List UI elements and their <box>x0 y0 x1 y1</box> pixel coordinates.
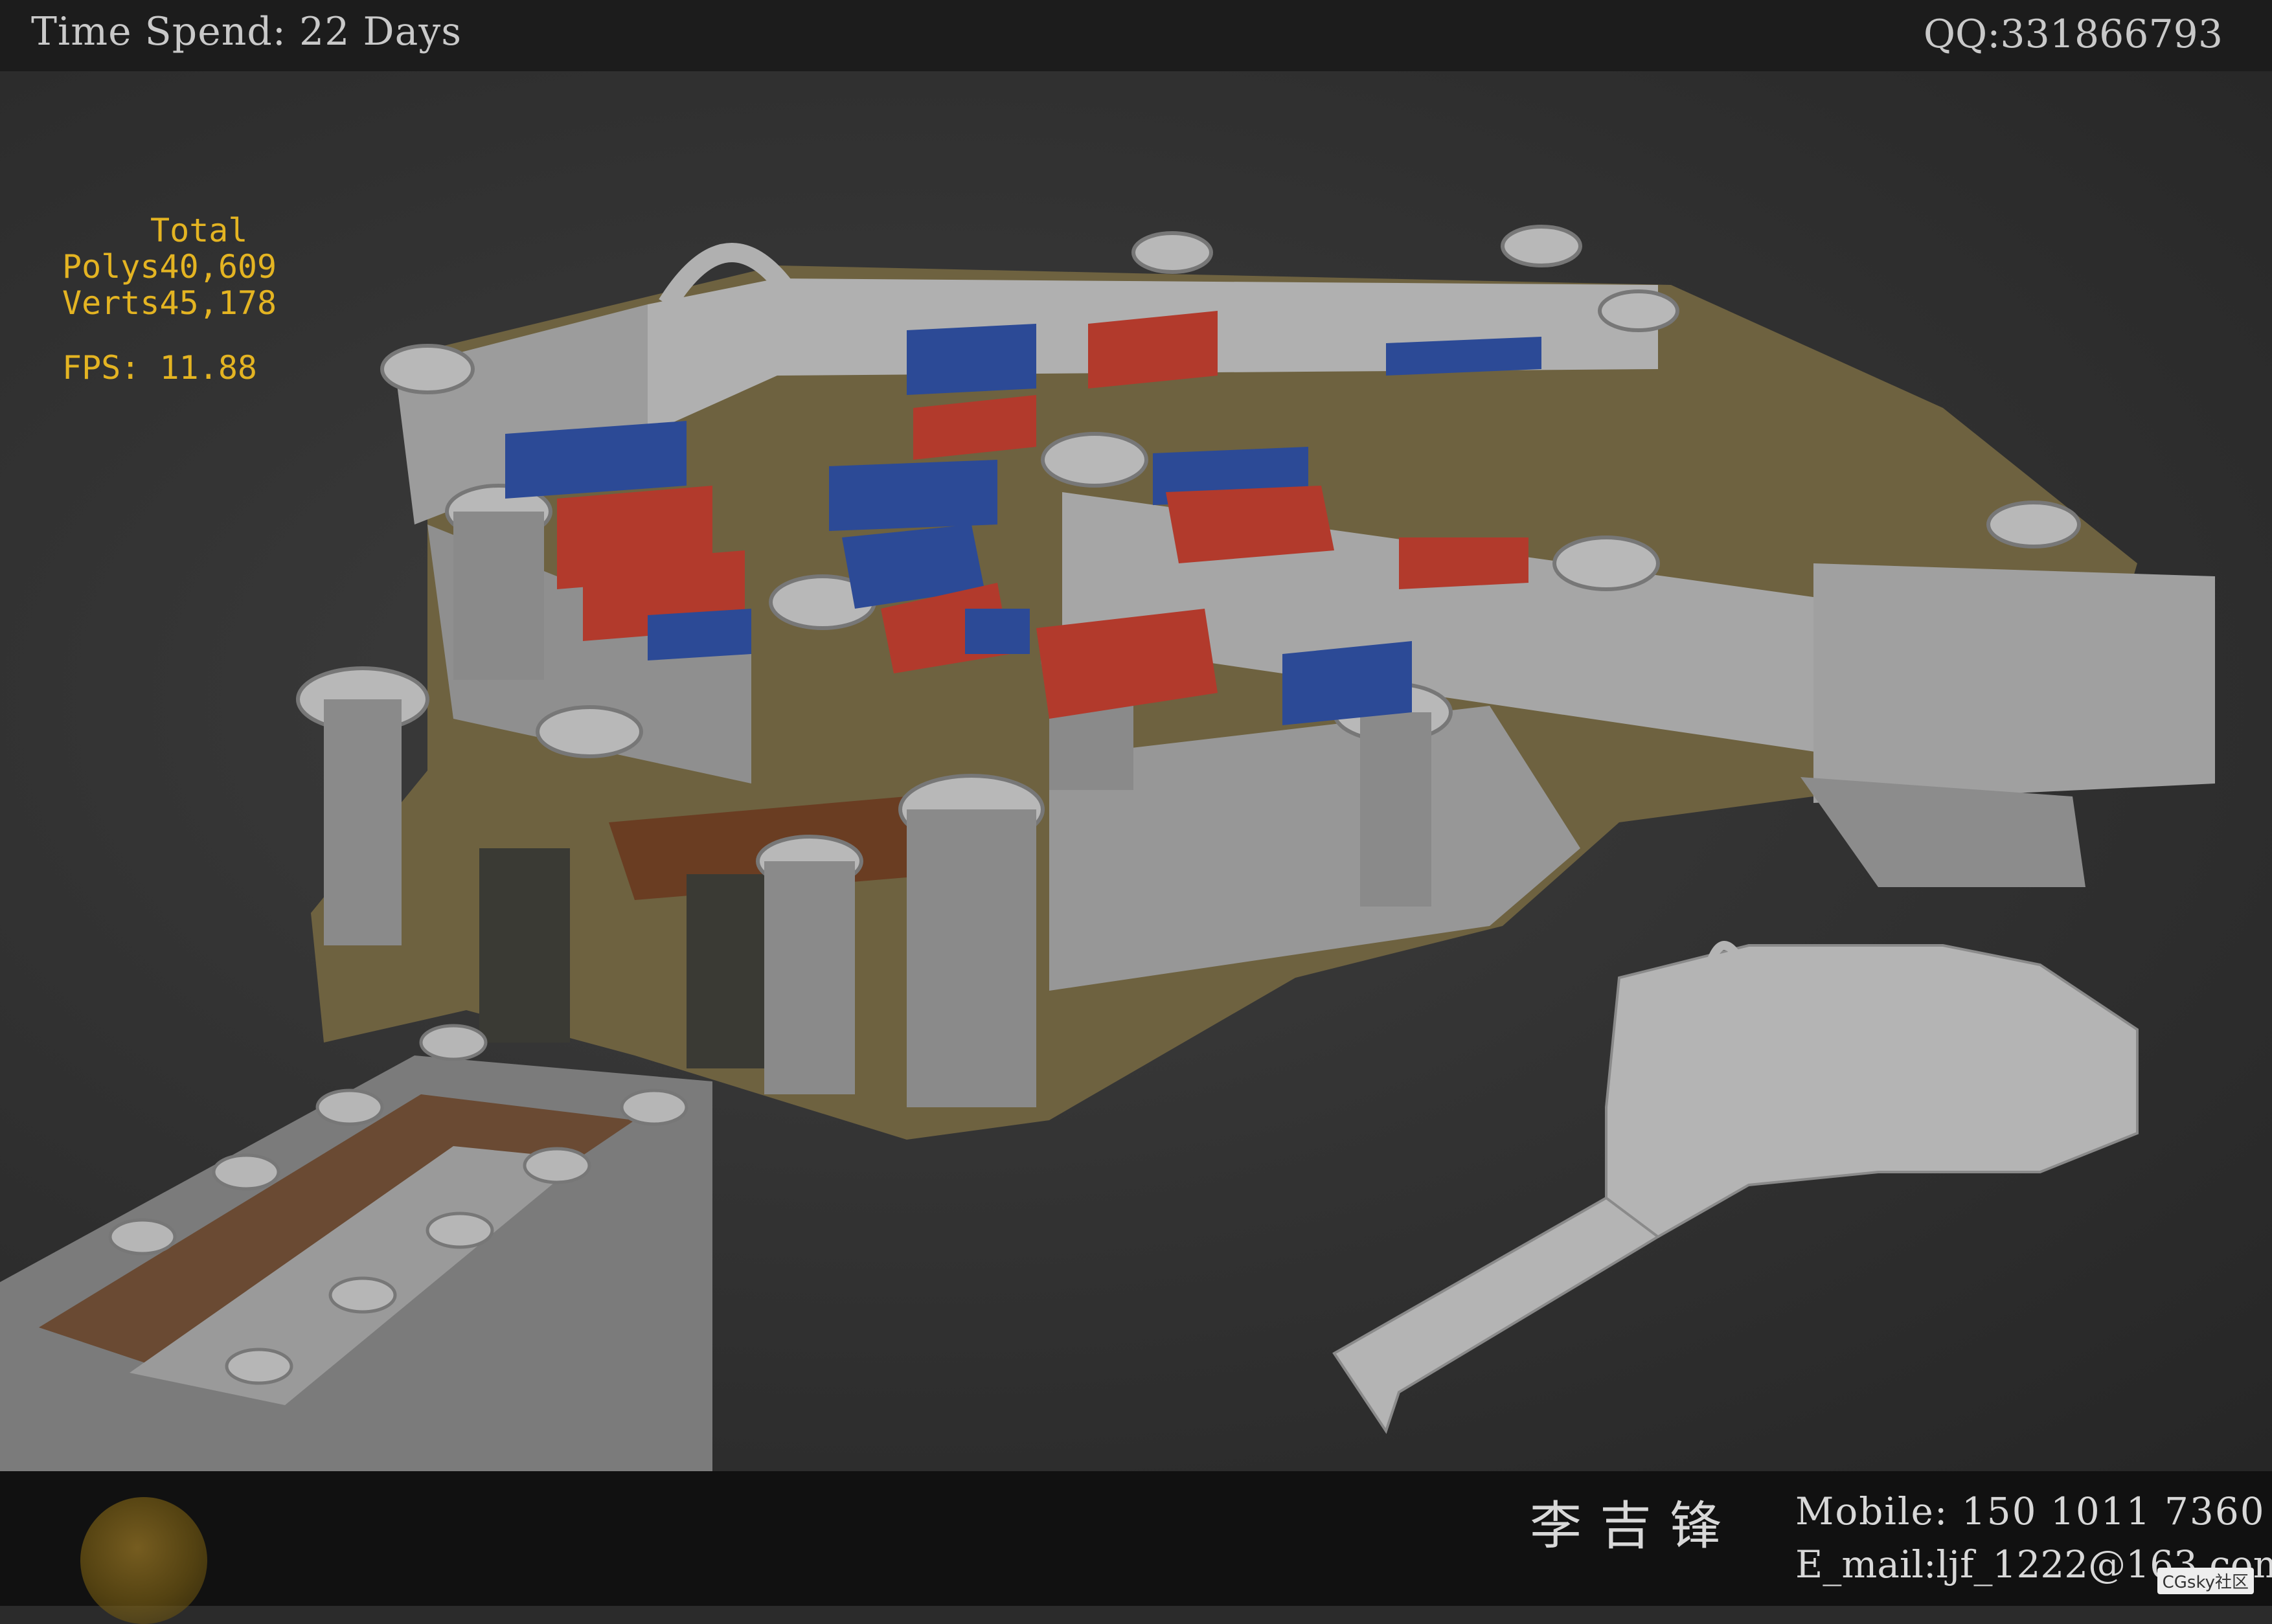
polys-count: Polys40,609 <box>62 248 277 286</box>
tower-5 <box>1501 225 1582 267</box>
time-spend-text: Time Spend: 22 Days <box>31 9 462 54</box>
top-bar: Time Spend: 22 Days QQ:331866793 <box>0 0 2272 71</box>
tower-1 <box>380 344 475 394</box>
tower-6 <box>1598 289 1679 332</box>
verts-count: Verts45,178 <box>62 284 277 322</box>
untextured-preview-model <box>1332 941 2139 1434</box>
tower-13 <box>536 705 643 758</box>
author-logo-icon <box>80 1497 207 1624</box>
viewport-stats: Total Polys40,609 Verts45,178 FPS: 11.88 <box>62 212 277 386</box>
qq-text: QQ:331866793 <box>1923 12 2223 57</box>
gate-right <box>687 874 764 1068</box>
mobile-text: Mobile: 150 1011 7360 <box>1795 1489 2266 1533</box>
tower-8 <box>1552 536 1660 591</box>
fps-readout: FPS: 11.88 <box>62 349 258 387</box>
author-name: 李吉锋 <box>1530 1496 1740 1556</box>
tower-4 <box>1131 231 1213 274</box>
wall-east <box>1813 563 2215 803</box>
stats-total-label: Total <box>150 212 248 249</box>
tower-7 <box>1041 432 1148 488</box>
gate-left <box>479 848 570 1043</box>
east-ramp <box>1801 777 2085 887</box>
3d-viewport[interactable]: Total Polys40,609 Verts45,178 FPS: 11.88 <box>0 71 2272 1471</box>
site-watermark: CGsky社区 <box>2157 1568 2254 1594</box>
castle-render <box>0 225 2215 1471</box>
tower-11 <box>1986 501 2081 548</box>
